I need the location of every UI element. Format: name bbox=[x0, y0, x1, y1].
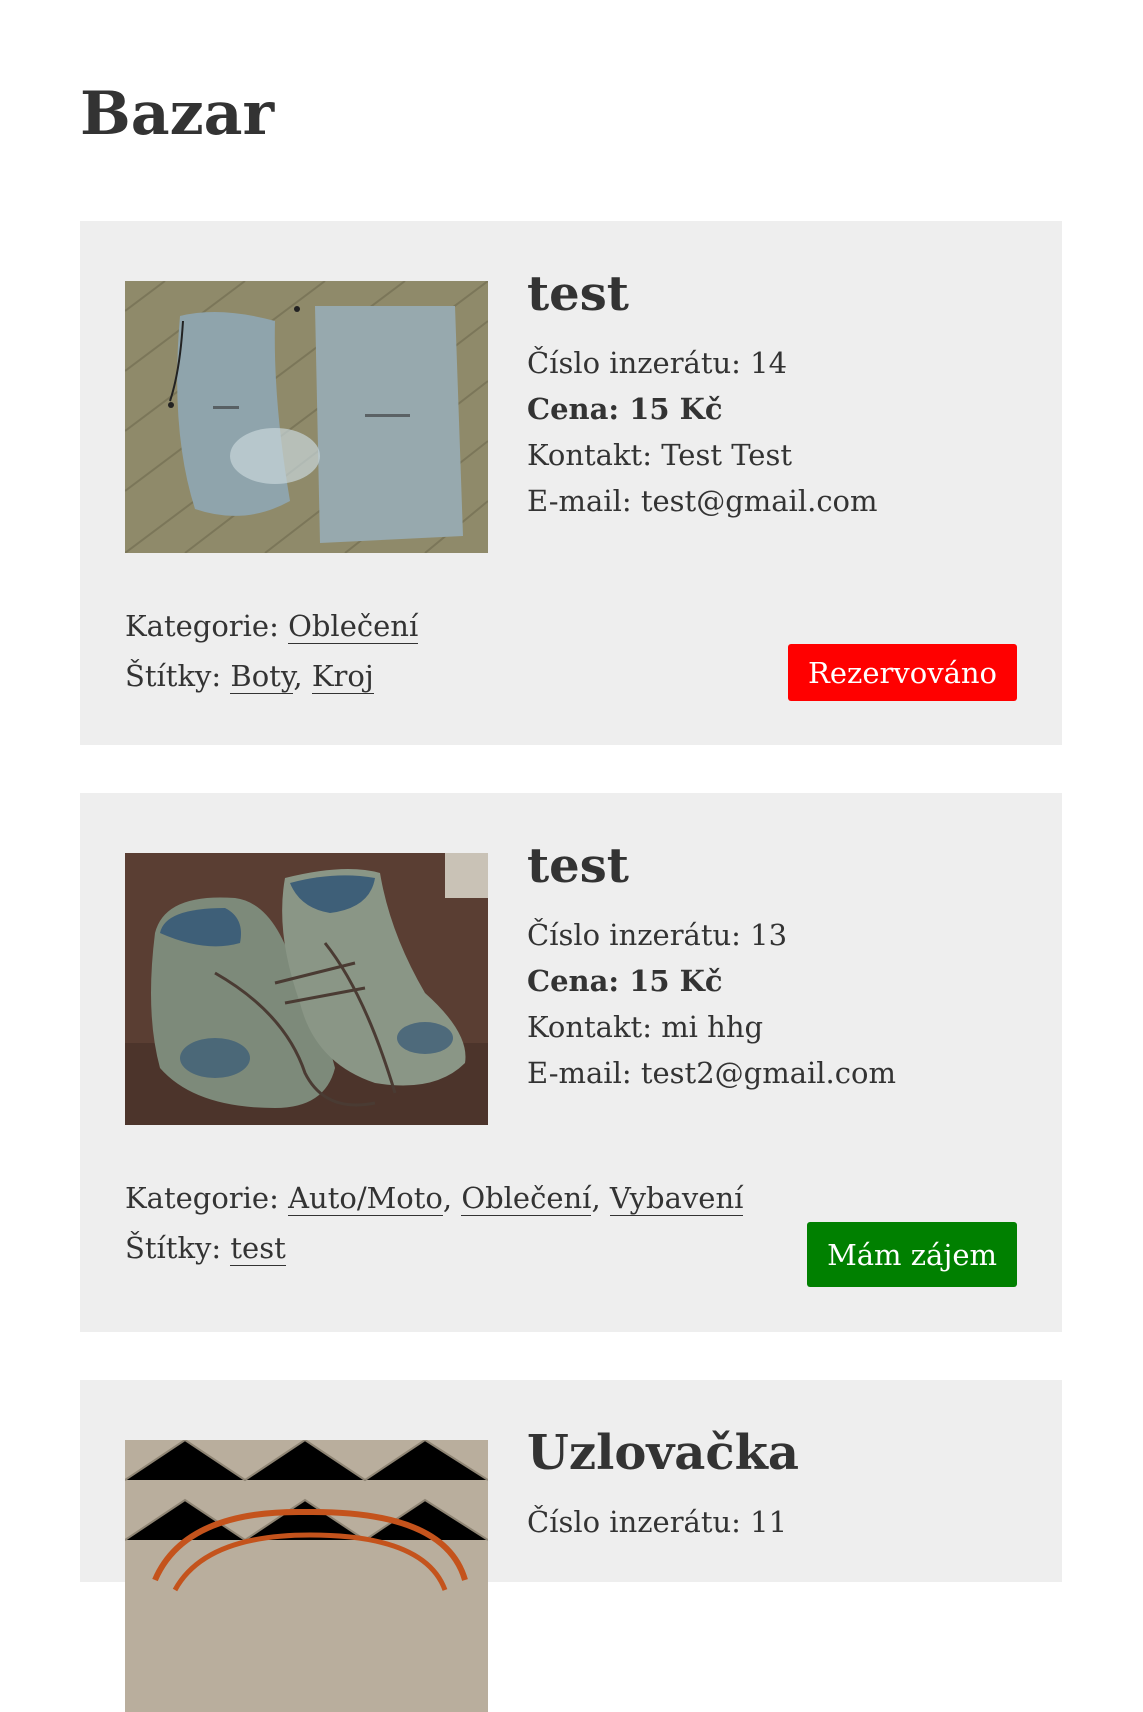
listing-contact: Kontakt: Test Test bbox=[527, 438, 792, 473]
listing-tags: Štítky: Boty, Kroj bbox=[125, 659, 374, 694]
interested-button[interactable]: Mám zájem bbox=[807, 1222, 1017, 1287]
listing-tags: Štítky: test bbox=[125, 1231, 286, 1266]
listing-email: E-mail: test@gmail.com bbox=[527, 484, 878, 519]
tag-link[interactable]: Kroj bbox=[311, 659, 374, 694]
listing-card: test Číslo inzerátu: 14 Cena: 15 Kč Kont… bbox=[80, 221, 1062, 745]
listing-categories: Kategorie: Oblečení bbox=[125, 609, 419, 644]
category-link[interactable]: Vybavení bbox=[609, 1181, 744, 1216]
listing-number: Číslo inzerátu: 11 bbox=[527, 1505, 788, 1540]
listing-price: Cena: 15 Kč bbox=[527, 392, 723, 427]
page-title: Bazar bbox=[80, 79, 275, 149]
listing-categories: Kategorie: Auto/Moto, Oblečení, Vybavení bbox=[125, 1181, 744, 1216]
listing-contact: Kontakt: mi hhg bbox=[527, 1010, 764, 1045]
listing-price: Cena: 15 Kč bbox=[527, 964, 723, 999]
category-link[interactable]: Auto/Moto bbox=[288, 1181, 443, 1216]
category-link[interactable]: Oblečení bbox=[461, 1181, 592, 1216]
listing-number: Číslo inzerátu: 14 bbox=[527, 346, 788, 381]
listing-title[interactable]: test bbox=[527, 266, 1027, 322]
reserved-button[interactable]: Rezervováno bbox=[788, 644, 1017, 701]
category-link[interactable]: Oblečení bbox=[288, 609, 419, 644]
tag-link[interactable]: test bbox=[230, 1231, 286, 1266]
listing-number: Číslo inzerátu: 13 bbox=[527, 918, 788, 953]
listing-card: test Číslo inzerátu: 13 Cena: 15 Kč Kont… bbox=[80, 793, 1062, 1332]
rope-photo bbox=[125, 1440, 488, 1712]
listing-image[interactable] bbox=[125, 1440, 488, 1712]
listing-image[interactable] bbox=[125, 281, 488, 553]
tag-link[interactable]: Boty bbox=[230, 659, 294, 694]
listing-title[interactable]: Uzlovačka bbox=[527, 1425, 1027, 1481]
listing-card: Uzlovačka Číslo inzerátu: 11 bbox=[80, 1380, 1062, 1712]
listing-image[interactable] bbox=[125, 853, 488, 1125]
listing-email: E-mail: test2@gmail.com bbox=[527, 1056, 896, 1091]
shoe-bags-photo bbox=[125, 281, 488, 553]
hiking-boots-photo bbox=[125, 853, 488, 1125]
listing-title[interactable]: test bbox=[527, 838, 1027, 894]
